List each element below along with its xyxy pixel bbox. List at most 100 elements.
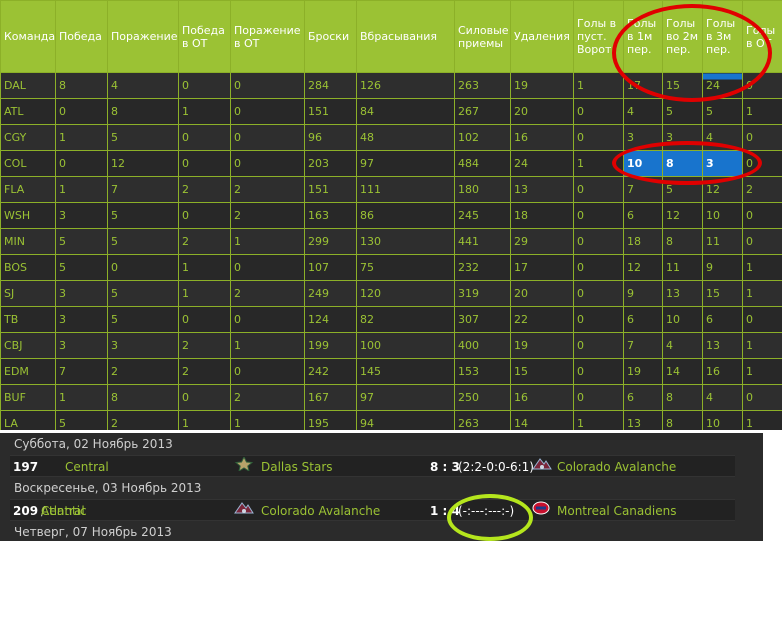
- cell-team[interactable]: TB: [0, 306, 56, 333]
- cell-losses: 7: [107, 176, 179, 203]
- table-row[interactable]: WSH 3 5 0 2 163 86 245 18 0 6 12 10 0: [0, 202, 782, 229]
- cell-goals-ot: 1: [742, 254, 782, 281]
- cell-team[interactable]: FLA: [0, 176, 56, 203]
- dallas-stars-logo: [234, 455, 254, 478]
- team-stats-panel: Команда Победа Поражение Победа в ОТ Пор…: [0, 0, 782, 430]
- table-row[interactable]: COL 0 12 0 0 203 97 484 24 1 10 8 3 0: [0, 150, 782, 177]
- col-header-empty-net-goals[interactable]: Голы в пуст. Ворот: [573, 0, 624, 73]
- cell-team[interactable]: SJ: [0, 280, 56, 307]
- game-score[interactable]: 8 : 3: [430, 456, 460, 478]
- cell-goals-ot: 0: [742, 124, 782, 151]
- cell-team[interactable]: BOS: [0, 254, 56, 281]
- cell-penalties: 20: [510, 98, 574, 125]
- cell-faceoffs: 97: [356, 150, 455, 177]
- cell-faceoffs: 48: [356, 124, 455, 151]
- table-row[interactable]: MIN 5 5 2 1 299 130 441 29 0 18 8 11 0: [0, 228, 782, 255]
- game-row[interactable]: 197 Central Dallas Stars 8 : 3 (2:2-0:0-…: [10, 455, 735, 477]
- cell-faceoffs: 120: [356, 280, 455, 307]
- cell-team[interactable]: COL: [0, 150, 56, 177]
- cell-wins: 5: [55, 410, 108, 430]
- cell-team[interactable]: CGY: [0, 124, 56, 151]
- col-header-hits[interactable]: Силовые приемы: [454, 0, 511, 73]
- cell-empty-net-goals: 1: [573, 410, 624, 430]
- game-date: Воскресенье, 03 Ноябрь 2013: [14, 481, 202, 495]
- cell-team[interactable]: CBJ: [0, 332, 56, 359]
- game-date: Четверг, 07 Ноябрь 2013: [14, 525, 172, 539]
- table-row[interactable]: SJ 3 5 1 2 249 120 319 20 0 9 13 15 1: [0, 280, 782, 307]
- col-header-goals-ot[interactable]: Голы в ОТ: [742, 0, 782, 73]
- cell-losses: 0: [107, 254, 179, 281]
- cell-hits: 400: [454, 332, 511, 359]
- game-row[interactable]: 209 Central / Atlantic Colorado Avalanche …: [10, 499, 735, 521]
- cell-ot-wins: 0: [178, 306, 231, 333]
- table-row[interactable]: EDM 7 2 2 0 242 145 153 15 0 19 14 16 1: [0, 358, 782, 385]
- cell-goals-p3: 5: [702, 98, 743, 125]
- cell-penalties: 29: [510, 228, 574, 255]
- cell-team[interactable]: DAL: [0, 72, 56, 99]
- conference-link[interactable]: Atlantic: [41, 500, 87, 522]
- cell-goals-p1: 9: [623, 280, 663, 307]
- cell-goals-p2: 4: [662, 332, 703, 359]
- cell-goals-p3: 12: [702, 176, 743, 203]
- table-row[interactable]: BOS 5 0 1 0 107 75 232 17 0 12 11 9 1: [0, 254, 782, 281]
- cell-goals-p1: 12: [623, 254, 663, 281]
- table-row[interactable]: TB 3 5 0 0 124 82 307 22 0 6 10 6 0: [0, 306, 782, 333]
- cell-team[interactable]: EDM: [0, 358, 56, 385]
- col-header-goals-p2[interactable]: Голы во 2м пер.: [662, 0, 703, 73]
- conference-link[interactable]: Central: [65, 456, 109, 478]
- col-header-ot-wins[interactable]: Победа в ОТ: [178, 0, 231, 73]
- cell-ot-wins: 1: [178, 98, 231, 125]
- col-header-goals-p1[interactable]: Голы в 1м пер.: [623, 0, 663, 73]
- cell-wins: 8: [55, 72, 108, 99]
- col-header-penalties[interactable]: Удаления: [510, 0, 574, 73]
- table-row[interactable]: CGY 1 5 0 0 96 48 102 16 0 3 3 4 0: [0, 124, 782, 151]
- cell-faceoffs: 75: [356, 254, 455, 281]
- cell-goals-p2: 11: [662, 254, 703, 281]
- table-row[interactable]: DAL 8 4 0 0 284 126 263 19 1 17 15 24 0: [0, 72, 782, 99]
- colorado-avalanche-logo: [234, 500, 254, 522]
- cell-hits: 267: [454, 98, 511, 125]
- table-row[interactable]: CBJ 3 3 2 1 199 100 400 19 0 7 4 13 1: [0, 332, 782, 359]
- cell-team[interactable]: LA: [0, 410, 56, 430]
- col-header-ot-losses[interactable]: Поражение в ОТ: [230, 0, 305, 73]
- table-row[interactable]: BUF 1 8 0 2 167 97 250 16 0 6 8 4 0: [0, 384, 782, 411]
- cell-goals-ot: 1: [742, 410, 782, 430]
- away-team-link[interactable]: Colorado Avalanche: [557, 456, 676, 478]
- table-row[interactable]: LA 5 2 1 1 195 94 263 14 1 13 8 10 1: [0, 410, 782, 430]
- cell-losses: 8: [107, 98, 179, 125]
- col-header-faceoffs[interactable]: Вбрасывания: [356, 0, 455, 73]
- col-header-wins[interactable]: Победа: [55, 0, 108, 73]
- table-row[interactable]: ATL 0 8 1 0 151 84 267 20 0 4 5 5 1: [0, 98, 782, 125]
- cell-penalties: 20: [510, 280, 574, 307]
- team-stats-table: Команда Победа Поражение Победа в ОТ Пор…: [0, 0, 782, 430]
- away-team-link[interactable]: Montreal Canadiens: [557, 500, 676, 522]
- cell-wins: 1: [55, 176, 108, 203]
- cell-team[interactable]: MIN: [0, 228, 56, 255]
- cell-team[interactable]: WSH: [0, 202, 56, 229]
- cell-goals-p2: 13: [662, 280, 703, 307]
- cell-wins: 0: [55, 150, 108, 177]
- cell-empty-net-goals: 0: [573, 98, 624, 125]
- table-header-row: Команда Победа Поражение Победа в ОТ Пор…: [0, 0, 782, 73]
- cell-team[interactable]: ATL: [0, 98, 56, 125]
- cell-faceoffs: 126: [356, 72, 455, 99]
- cell-shots: 195: [304, 410, 357, 430]
- cell-wins: 5: [55, 254, 108, 281]
- table-row[interactable]: FLA 1 7 2 2 151 111 180 13 0 7 5 12 2: [0, 176, 782, 203]
- col-header-team[interactable]: Команда: [0, 0, 56, 73]
- cell-goals-p3: 24: [702, 72, 743, 99]
- cell-team[interactable]: BUF: [0, 384, 56, 411]
- cell-goals-ot: 2: [742, 176, 782, 203]
- cell-shots: 167: [304, 384, 357, 411]
- game-score[interactable]: 1 : 4: [430, 500, 460, 522]
- montreal-canadiens-logo: [532, 500, 550, 522]
- home-team-link[interactable]: Colorado Avalanche: [261, 500, 380, 522]
- cell-faceoffs: 97: [356, 384, 455, 411]
- col-header-shots[interactable]: Броски: [304, 0, 357, 73]
- col-header-goals-p3[interactable]: Голы в 3м пер.: [702, 0, 743, 73]
- cell-empty-net-goals: 0: [573, 306, 624, 333]
- home-team-link[interactable]: Dallas Stars: [261, 456, 333, 478]
- col-header-losses[interactable]: Поражение: [107, 0, 179, 73]
- cell-goals-p2: 5: [662, 98, 703, 125]
- cell-faceoffs: 111: [356, 176, 455, 203]
